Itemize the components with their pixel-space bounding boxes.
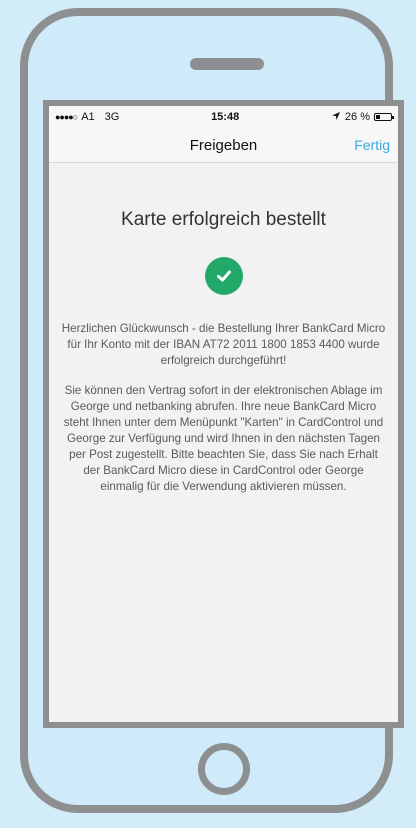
navigation-bar: Freigeben Fertig (49, 128, 398, 163)
carrier-label: A1 (81, 111, 95, 123)
location-icon (331, 111, 341, 124)
status-left: ●●●●○ A1 3G (55, 111, 119, 123)
main-content: Karte erfolgreich bestellt Herzlichen Gl… (49, 209, 398, 495)
battery-icon (374, 113, 394, 121)
status-time: 15:48 (211, 111, 240, 123)
phone-screen: ●●●●○ A1 3G 15:48 26 % Freigeben Fertig … (43, 100, 404, 728)
checkmark-icon (204, 257, 243, 295)
details-message: Sie können den Vertrag sofort in der ele… (63, 384, 384, 493)
nav-title: Freigeben (189, 136, 258, 154)
success-message: Herzlichen Glückwunsch - die Bestellung … (61, 322, 386, 367)
done-button[interactable]: Fertig (354, 137, 390, 153)
home-button-icon[interactable] (198, 743, 250, 795)
page-title: Karte erfolgreich bestellt (121, 209, 326, 230)
network-label: 3G (104, 111, 120, 123)
signal-icon: ●●●●○ (55, 112, 78, 122)
battery-label: 26 % (344, 111, 370, 123)
status-right: 26 % (331, 111, 394, 124)
phone-speaker (190, 58, 264, 70)
status-bar: ●●●●○ A1 3G 15:48 26 % (49, 106, 398, 128)
